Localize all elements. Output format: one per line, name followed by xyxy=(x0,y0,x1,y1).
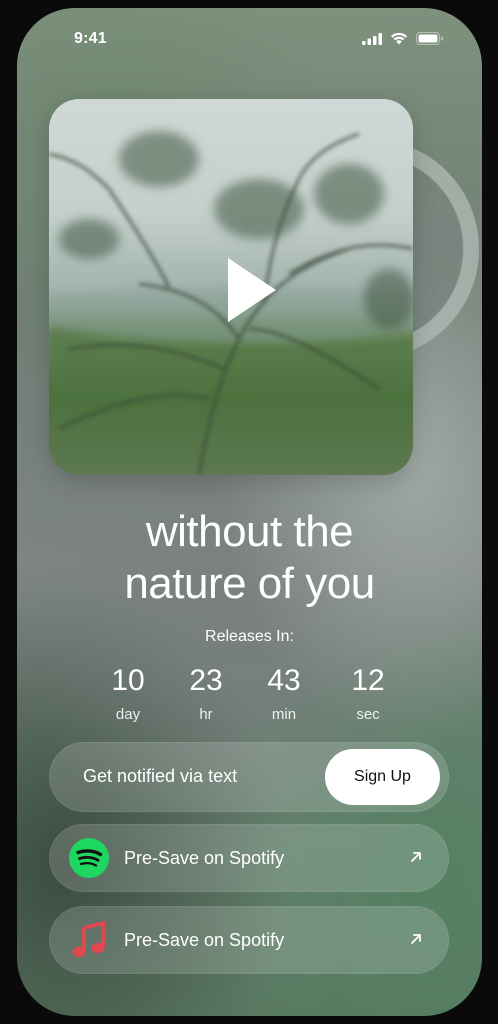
countdown-seconds: 12 sec xyxy=(333,663,403,725)
countdown-timer: 10 day 23 hr 43 min 12 sec xyxy=(17,663,482,733)
countdown-unit: sec xyxy=(356,706,380,723)
countdown-unit: min xyxy=(271,706,297,723)
sign-up-button[interactable]: Sign Up xyxy=(325,749,440,805)
notify-text: Get notified via text xyxy=(83,766,238,786)
countdown-value: 43 xyxy=(267,664,301,697)
spotify-icon xyxy=(69,838,109,878)
battery-icon xyxy=(416,32,443,45)
presave-spotify-button[interactable]: Pre-Save on Spotify xyxy=(49,824,449,892)
status-bar: 9:41 xyxy=(17,8,482,68)
arrow-up-right-icon xyxy=(411,934,421,944)
countdown-value: 12 xyxy=(351,664,385,697)
song-title-line-2: nature of you xyxy=(124,559,375,608)
status-icons xyxy=(362,32,444,45)
presave-music-button[interactable]: Pre-Save on Spotify xyxy=(49,906,449,974)
countdown-days: 10 day xyxy=(93,663,163,725)
phone-screen: 9:41 without the nature of you Releases … xyxy=(17,8,482,1016)
presave-label: Pre-Save on Spotify xyxy=(124,848,285,868)
song-title: without the nature of you xyxy=(17,506,482,610)
countdown-value: 10 xyxy=(111,664,145,697)
play-icon[interactable] xyxy=(225,255,279,325)
album-cover[interactable] xyxy=(49,99,413,475)
countdown-unit: hr xyxy=(199,706,213,723)
song-title-line-1: without the xyxy=(145,507,354,556)
presave-label: Pre-Save on Spotify xyxy=(124,930,285,950)
countdown-hours: 23 hr xyxy=(171,663,241,725)
releases-in-label: Releases In: xyxy=(205,628,294,645)
cellular-signal-icon xyxy=(362,32,382,45)
countdown-minutes: 43 min xyxy=(249,663,319,725)
status-time: 9:41 xyxy=(74,30,107,47)
notify-signup-bar: Get notified via text Sign Up xyxy=(49,742,449,812)
apple-music-note-icon xyxy=(72,921,105,958)
countdown-value: 23 xyxy=(189,664,223,697)
wifi-icon xyxy=(391,32,407,45)
countdown-unit: day xyxy=(115,706,141,723)
album-artwork xyxy=(49,99,479,475)
arrow-up-right-icon xyxy=(411,852,421,862)
